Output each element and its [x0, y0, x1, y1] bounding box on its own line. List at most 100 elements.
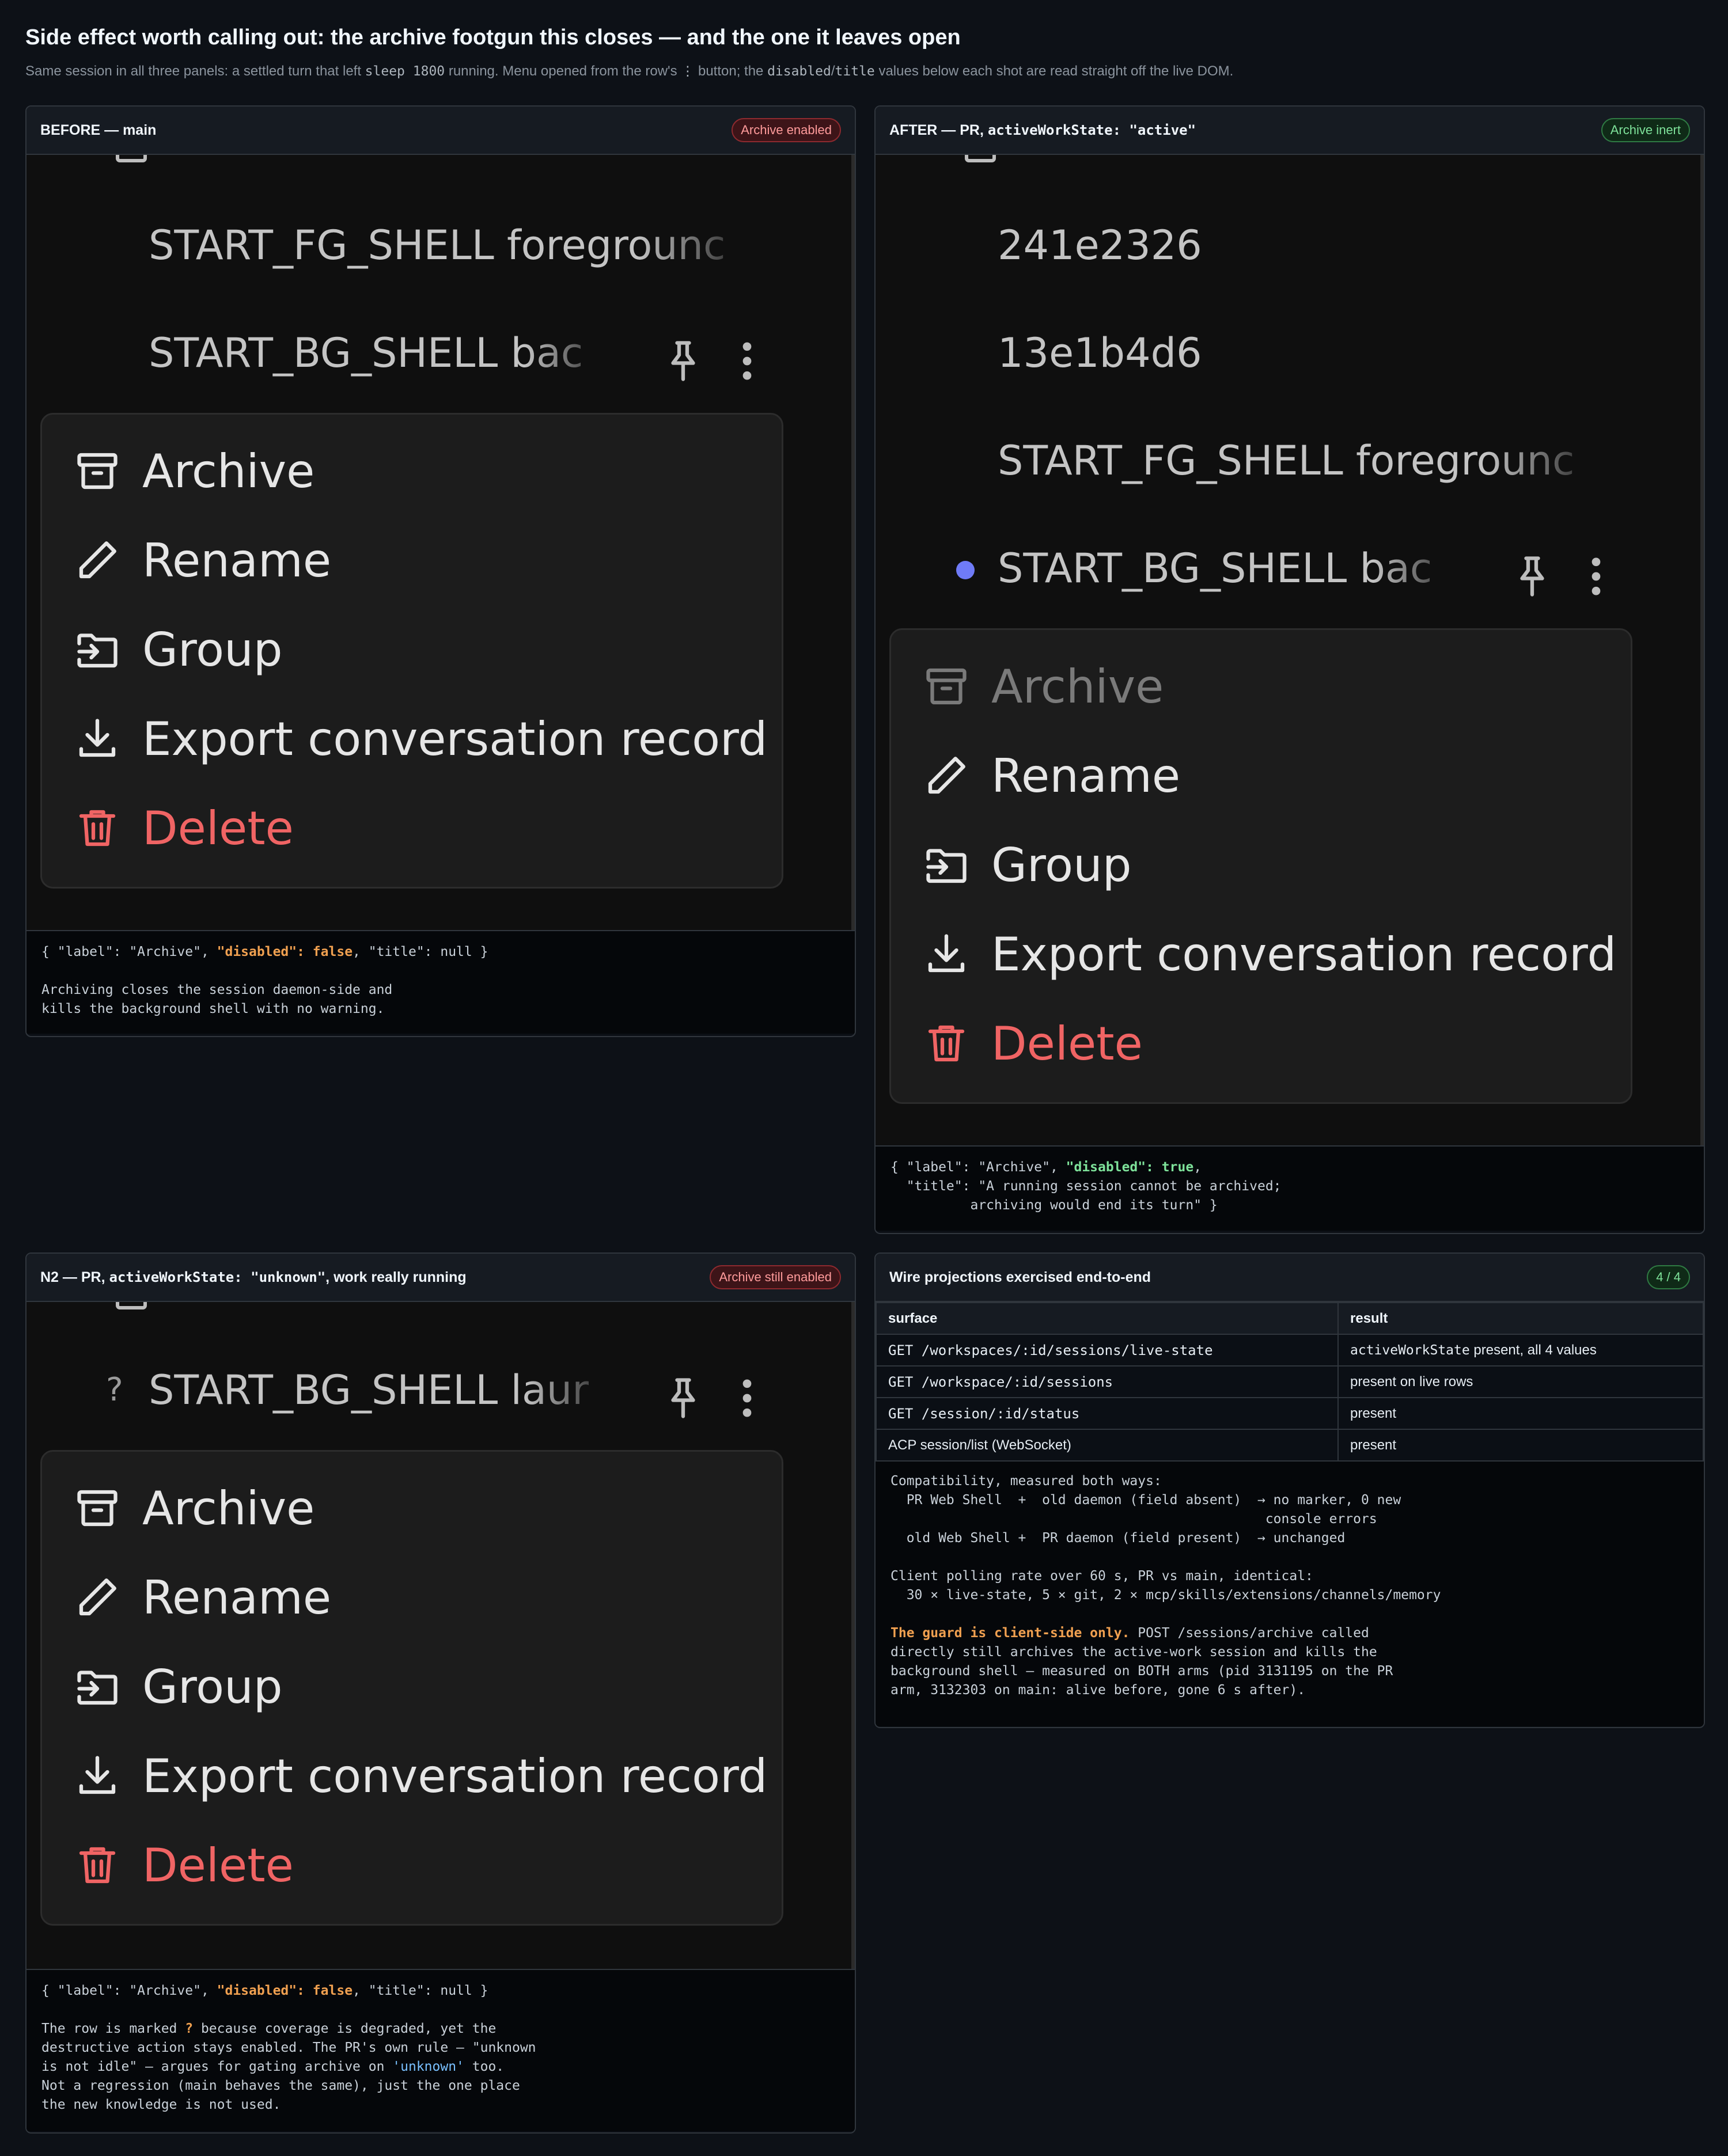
more-options-icon[interactable] [733, 337, 761, 385]
active-work-dot-icon [956, 561, 975, 579]
table-cell: present [1337, 1429, 1704, 1462]
archive-icon [926, 668, 967, 705]
table-cell: GET /workspaces/:id/sessions/live-state [876, 1334, 1339, 1367]
archive-icon [77, 453, 118, 489]
menu-item-export-label: Export conversation record [142, 1749, 768, 1803]
table-cell: present [1337, 1397, 1704, 1430]
menu-item-archive-label: Archive [142, 1481, 315, 1535]
menu-item-export[interactable]: Export conversation record [73, 710, 767, 768]
status-badge: Archive inert [1601, 118, 1690, 142]
menu-item-export-label: Export conversation record [991, 927, 1617, 981]
pin-icon[interactable] [659, 337, 707, 385]
session-row-bg[interactable]: START_BG_SHELL laur [149, 1367, 618, 1414]
wire-panel-title: Wire projections exercised end-to-end [889, 1269, 1151, 1285]
menu-item-delete[interactable]: Delete [73, 1836, 294, 1894]
session-row-fg[interactable]: START_FG_SHELL foregrounc [998, 437, 1608, 484]
page-title: Side effect worth calling out: the archi… [25, 25, 961, 50]
wire-panel: Wire projections exercised end-to-end 4 … [874, 1252, 1705, 1728]
menu-item-rename[interactable]: Rename [73, 1569, 331, 1626]
menu-item-archive[interactable]: Archive [73, 442, 314, 500]
menu-item-group-label: Group [991, 838, 1132, 892]
table-cell: ACP session/list (WebSocket) [876, 1429, 1339, 1462]
table-cell: activeWorkState present, all 4 values [1337, 1334, 1704, 1367]
status-badge: Archive enabled [732, 118, 841, 142]
compatibility-note: Compatibility, measured both ways: PR We… [890, 1474, 1441, 1603]
session-row-fg[interactable]: START_FG_SHELL foregrounc [149, 222, 759, 269]
after-dom-readout: { "label": "Archive", "disabled": true, … [876, 1145, 1704, 1231]
download-icon [928, 934, 965, 973]
menu-item-archive[interactable]: Archive [73, 1479, 314, 1537]
n2-panel: N2 — PR, activeWorkState: "unknown", wor… [25, 1252, 856, 2134]
unknown-state-marker: ? [106, 1371, 123, 1409]
n2-panel-header: N2 — PR, activeWorkState: "unknown", wor… [26, 1254, 855, 1302]
row-context-menu: Archive Rename Group Export conversation… [40, 1450, 783, 1926]
table-row: ACP session/list (WebSocket) present [876, 1429, 1704, 1462]
folder-input-icon [77, 633, 118, 668]
menu-item-delete-label: Delete [142, 1838, 294, 1892]
table-row: GET /workspace/:id/sessions present on l… [876, 1365, 1704, 1398]
menu-item-group[interactable]: Group [73, 1658, 283, 1715]
archive-row-icon [965, 155, 996, 162]
n2-panel-title: N2 — PR, activeWorkState: "unknown", wor… [40, 1269, 467, 1285]
menu-item-delete-label: Delete [142, 801, 294, 855]
menu-item-rename[interactable]: Rename [922, 747, 1180, 804]
page-subtitle: Same session in all three panels: a sett… [25, 63, 1234, 79]
pencil-icon [79, 1578, 116, 1616]
before-panel: BEFORE — main Archive enabled START_FG_S… [25, 105, 856, 1037]
trash-icon [79, 810, 116, 847]
before-note: Archiving closes the session daemon-side… [41, 982, 393, 1016]
menu-item-group[interactable]: Group [922, 836, 1132, 894]
pencil-icon [928, 757, 965, 794]
guard-label: The guard is client-side only. [890, 1626, 1130, 1641]
menu-item-rename-label: Rename [991, 749, 1181, 803]
before-panel-title: BEFORE — main [40, 122, 157, 138]
menu-item-rename[interactable]: Rename [73, 532, 331, 589]
trash-icon [928, 1025, 965, 1062]
n2-screenshot: ? START_BG_SHELL laur Archive Rename Gro… [26, 1302, 855, 1969]
row-context-menu: Archive Rename Group Export conversation… [889, 628, 1632, 1104]
more-options-icon[interactable] [733, 1374, 761, 1422]
menu-item-archive-disabled: Archive [922, 658, 1164, 715]
menu-item-export[interactable]: Export conversation record [73, 1747, 767, 1805]
table-header-row: surface result [876, 1302, 1704, 1335]
row-context-menu: Archive Rename Group Export conversation… [40, 413, 783, 889]
archive-row-icon [116, 155, 147, 162]
menu-item-group-label: Group [142, 622, 283, 677]
table-cell: GET /workspace/:id/sessions [876, 1365, 1339, 1398]
pencil-icon [79, 541, 116, 579]
archive-row-icon [116, 1302, 147, 1309]
pin-icon[interactable] [659, 1374, 707, 1422]
folder-input-icon [77, 1671, 118, 1705]
table-cell: GET /session/:id/status [876, 1397, 1339, 1430]
wire-panel-header: Wire projections exercised end-to-end 4 … [876, 1254, 1704, 1302]
status-badge: Archive still enabled [710, 1265, 841, 1289]
session-row-id-2[interactable]: 13e1b4d6 [998, 329, 1202, 377]
menu-item-delete-label: Delete [991, 1016, 1143, 1071]
session-row-bg[interactable]: START_BG_SHELL bac [998, 545, 1467, 592]
menu-item-delete[interactable]: Delete [922, 1015, 1143, 1072]
after-panel: AFTER — PR, activeWorkState: "active" Ar… [874, 105, 1705, 1234]
after-screenshot: 241e2326 13e1b4d6 START_FG_SHELL foregro… [876, 155, 1704, 1145]
menu-item-export[interactable]: Export conversation record [922, 925, 1616, 983]
session-row-id-1[interactable]: 241e2326 [998, 222, 1202, 269]
menu-item-group-label: Group [142, 1660, 283, 1714]
column-header: result [1337, 1302, 1704, 1335]
download-icon [79, 719, 116, 757]
trash-icon [79, 1847, 116, 1884]
folder-input-icon [926, 849, 967, 883]
n2-note: The row is marked ? because coverage is … [41, 2021, 536, 2112]
wire-notes: Compatibility, measured both ways: PR We… [876, 1462, 1704, 1726]
session-row-bg[interactable]: START_BG_SHELL bac [149, 329, 618, 377]
after-panel-title: AFTER — PR, activeWorkState: "active" [889, 122, 1196, 138]
pin-icon[interactable] [1508, 552, 1556, 601]
table-row: GET /session/:id/status present [876, 1397, 1704, 1430]
before-screenshot: START_FG_SHELL foregrounc START_BG_SHELL… [26, 155, 855, 930]
more-options-icon[interactable] [1582, 552, 1610, 601]
menu-item-group[interactable]: Group [73, 621, 283, 678]
menu-item-export-label: Export conversation record [142, 712, 768, 766]
count-badge: 4 / 4 [1647, 1265, 1690, 1289]
menu-item-archive-label: Archive [991, 659, 1164, 713]
before-dom-readout: { "label": "Archive", "disabled": false,… [26, 930, 855, 1034]
menu-item-delete[interactable]: Delete [73, 799, 294, 857]
menu-item-rename-label: Rename [142, 1570, 332, 1624]
